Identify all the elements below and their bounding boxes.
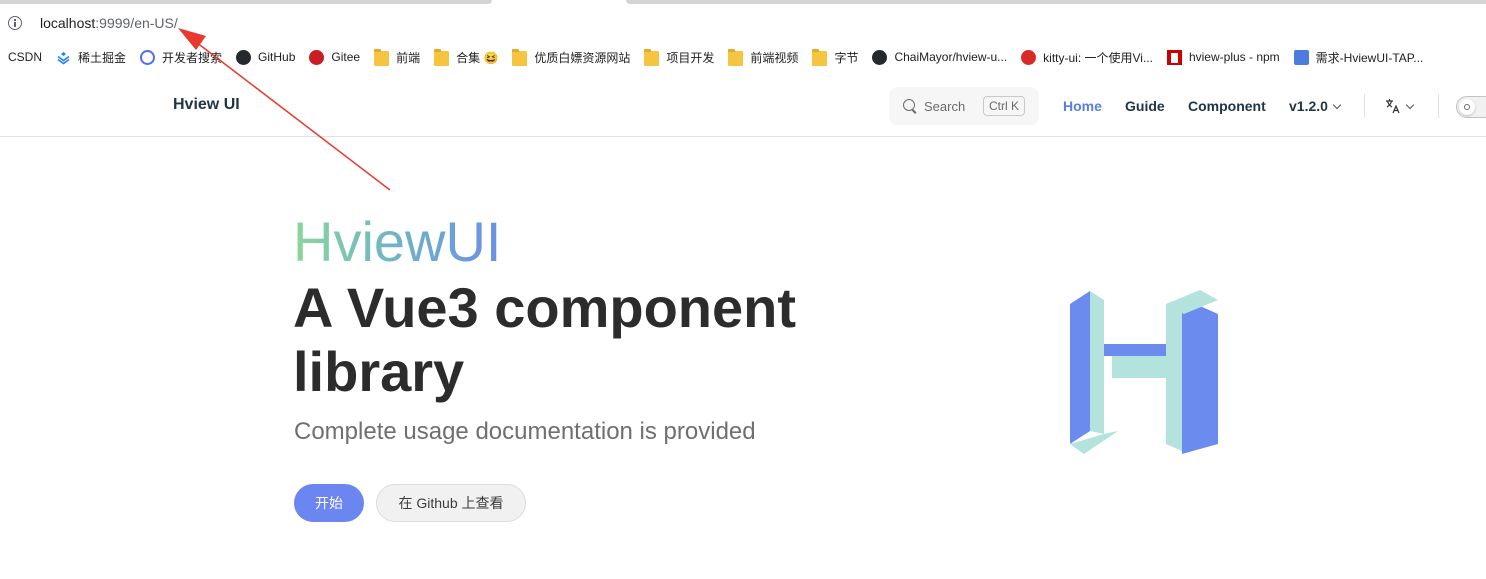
npm-icon xyxy=(1166,49,1182,65)
tapd-icon xyxy=(1293,49,1309,65)
folder-icon xyxy=(812,48,828,66)
translate-icon xyxy=(1385,98,1401,114)
bookmark-label: 前端 xyxy=(396,50,421,65)
bookmark-folder-frontend[interactable]: 前端 xyxy=(374,48,421,66)
search-icon xyxy=(903,99,915,111)
inactive-tab[interactable] xyxy=(626,0,1486,4)
kitty-icon xyxy=(1021,49,1037,65)
bookmark-label: Gitee xyxy=(331,50,361,64)
folder-icon xyxy=(644,48,660,66)
bookmark-label: GitHub xyxy=(258,50,296,64)
site-header: Hview UI Search Ctrl K Home Guide Compon… xyxy=(0,76,1486,137)
chevron-down-icon xyxy=(1405,100,1415,110)
hero-text: A Vue3 component library xyxy=(293,276,797,403)
bookmark-label: 开发者搜索 xyxy=(162,50,223,65)
inactive-tab[interactable] xyxy=(0,0,492,4)
nav-divider xyxy=(1438,94,1439,118)
address-bar[interactable]: localhost:9999/en-US/ xyxy=(0,8,1486,40)
bookmark-csdn[interactable]: CSDN xyxy=(8,50,42,64)
folder-icon xyxy=(512,48,528,66)
url-host: localhost xyxy=(40,15,96,31)
bookmark-folder-bytedance[interactable]: 字节 xyxy=(812,48,859,66)
url-text[interactable]: localhost:9999/en-US/ xyxy=(40,15,178,31)
bookmark-label: 需求-HviewUI-TAP... xyxy=(1315,50,1424,65)
url-path: :9999/en-US/ xyxy=(95,15,178,31)
bookmark-label: 稀土掘金 xyxy=(78,50,127,65)
language-dropdown[interactable] xyxy=(1385,98,1415,114)
bookmark-folder-videos[interactable]: 前端视频 xyxy=(728,48,799,66)
chevron-down-icon xyxy=(1332,100,1342,110)
github-icon xyxy=(236,49,252,65)
theme-toggle[interactable] xyxy=(1456,96,1486,118)
bookmark-npm[interactable]: hview-plus - npm xyxy=(1166,49,1280,65)
hview-logo xyxy=(1070,290,1218,454)
bookmarks-bar: CSDN 稀土掘金 开发者搜索 GitHub Gitee 前端 合集 😆 优质白… xyxy=(0,44,1486,70)
bookmark-gitee[interactable]: Gitee xyxy=(309,49,361,65)
nav-home[interactable]: Home xyxy=(1063,98,1102,114)
bookmark-label: 前端视频 xyxy=(750,50,799,65)
site-info-icon[interactable] xyxy=(8,16,22,30)
folder-icon xyxy=(728,48,744,66)
bookmark-label: kitty-ui: 一个使用Vi... xyxy=(1043,50,1153,65)
bookmark-dev-search[interactable]: 开发者搜索 xyxy=(140,49,222,66)
bookmark-folder-collection[interactable]: 合集 😆 xyxy=(434,48,499,66)
nav-guide[interactable]: Guide xyxy=(1125,98,1165,114)
browser-tab-strip xyxy=(0,0,1486,6)
bookmark-label: 字节 xyxy=(834,50,859,65)
bookmark-tapd[interactable]: 需求-HviewUI-TAP... xyxy=(1293,49,1424,66)
search-label: Search xyxy=(924,99,966,114)
gitee-icon xyxy=(309,49,325,65)
juejin-icon xyxy=(56,50,71,65)
hero-tagline: Complete usage documentation is provided xyxy=(294,418,756,445)
bookmark-juejin[interactable]: 稀土掘金 xyxy=(56,49,126,66)
get-started-button[interactable]: 开始 xyxy=(294,484,364,522)
hero-name: HviewUI xyxy=(293,210,502,273)
search-button[interactable]: Search Ctrl K xyxy=(889,87,1039,125)
bookmark-label: ChaiMayor/hview-u... xyxy=(894,50,1008,64)
github-icon xyxy=(872,49,888,65)
search-icon xyxy=(140,49,156,65)
nav-component[interactable]: Component xyxy=(1188,98,1266,114)
sun-icon xyxy=(1459,99,1475,115)
bookmark-label: 合集 😆 xyxy=(456,50,499,65)
bookmark-github[interactable]: GitHub xyxy=(236,49,296,65)
bookmark-label: CSDN xyxy=(8,50,43,64)
bookmark-kitty-ui[interactable]: kitty-ui: 一个使用Vi... xyxy=(1021,49,1153,66)
bookmark-hview-repo[interactable]: ChaiMayor/hview-u... xyxy=(872,49,1008,65)
bookmark-folder-resources[interactable]: 优质白嫖资源网站 xyxy=(512,48,631,66)
bookmark-label: 项目开发 xyxy=(666,50,715,65)
bookmark-folder-projects[interactable]: 项目开发 xyxy=(644,48,715,66)
bookmark-label: hview-plus - npm xyxy=(1188,50,1280,64)
version-dropdown[interactable]: v1.2.0 xyxy=(1289,98,1342,114)
nav-divider xyxy=(1364,94,1365,118)
search-shortcut: Ctrl K xyxy=(983,96,1025,116)
version-label: v1.2.0 xyxy=(1289,98,1328,114)
folder-icon xyxy=(374,48,390,66)
site-title[interactable]: Hview UI xyxy=(173,96,240,114)
bookmark-label: 优质白嫖资源网站 xyxy=(534,50,631,65)
folder-icon xyxy=(434,48,450,66)
view-on-github-button[interactable]: 在 Github 上查看 xyxy=(376,484,526,522)
